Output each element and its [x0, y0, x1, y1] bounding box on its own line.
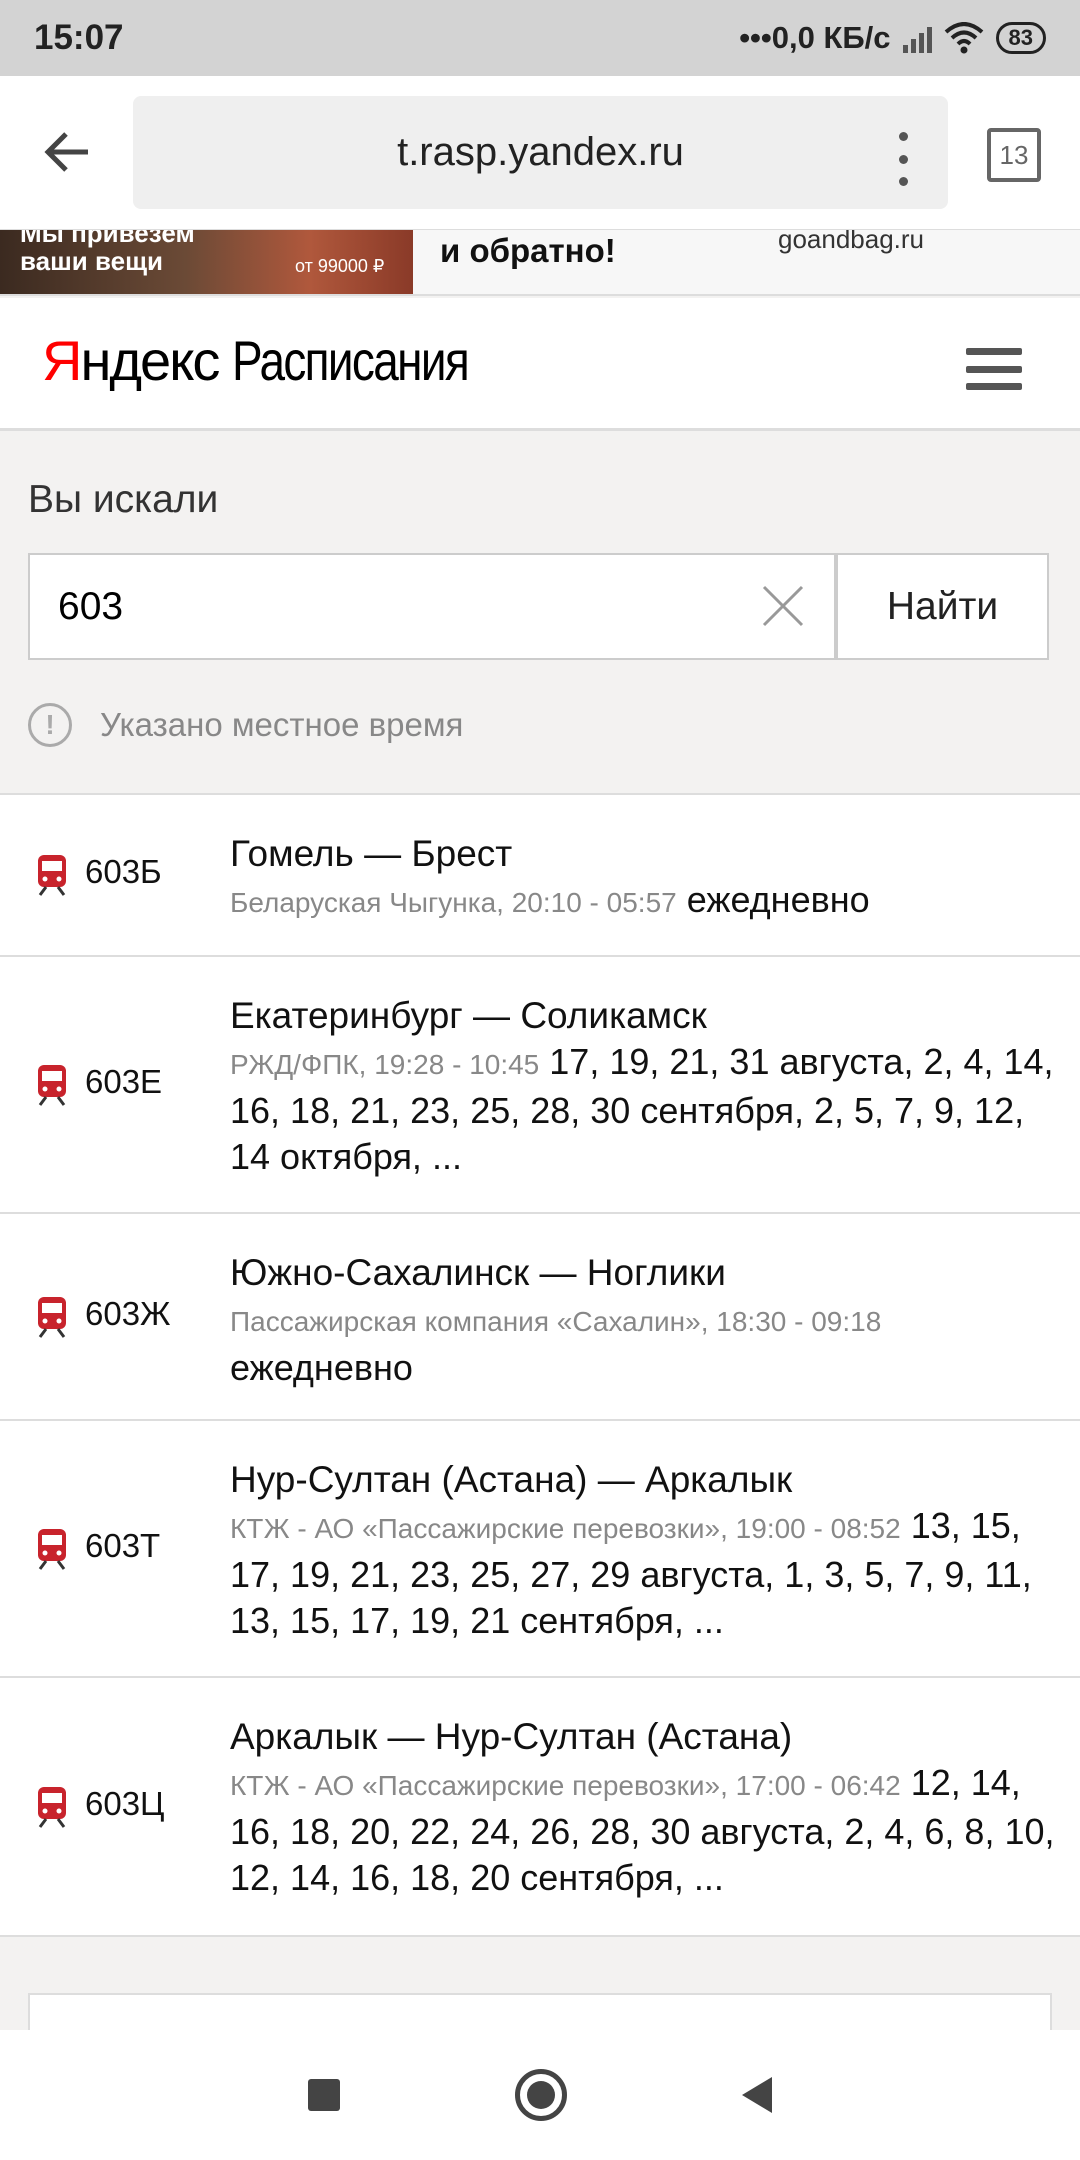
wifi-icon [944, 22, 983, 54]
train-icon [38, 1528, 66, 1570]
signal-icon [902, 23, 932, 53]
train-number: 603Т [85, 1526, 161, 1564]
carrier-time: Беларуская Чыгунка, 20:10 - 05:57 [230, 887, 677, 918]
site-header: Яндекс Расписания [0, 298, 1080, 431]
train-icon [38, 855, 66, 896]
train-icon [38, 1296, 66, 1338]
route[interactable]: Нур-Султан (Астана) — Аркалык [230, 1457, 1080, 1503]
ad-domain: goandbag.ru [778, 230, 925, 254]
address-bar[interactable]: t.rasp.yandex.ru [133, 96, 948, 209]
search-label: Вы искали [28, 478, 219, 521]
train-number: 603Е [85, 1062, 163, 1100]
battery-icon: 83 [995, 22, 1046, 54]
train-number: 603Ж [85, 1294, 171, 1332]
system-navigation-bar [0, 2030, 1080, 2160]
browser-menu-button[interactable] [893, 132, 913, 186]
find-button[interactable]: Найти [836, 553, 1049, 660]
browser-toolbar: t.rasp.yandex.ru 13 [0, 76, 1080, 230]
tab-switcher-button[interactable]: 13 [987, 128, 1041, 182]
list-item[interactable]: 603Ц Аркалык — Нур-Султан (Астана) КТЖ -… [0, 1678, 1080, 1935]
status-time: 15:07 [34, 18, 124, 57]
route[interactable]: Гомель — Брест [230, 831, 1080, 877]
carrier-time: КТЖ - АО «Пассажирские перевозки», 17:00… [230, 1770, 901, 1801]
train-number: 603Б [85, 853, 162, 890]
back-button[interactable] [36, 122, 96, 182]
ad-image: Мы привезем ваши вещи от 99000 ₽ [0, 230, 413, 294]
home-icon[interactable] [514, 2069, 567, 2121]
train-icon [38, 1064, 66, 1106]
recents-icon[interactable] [307, 2079, 340, 2111]
url-text: t.rasp.yandex.ru [397, 130, 684, 174]
train-number: 603Ц [85, 1784, 165, 1822]
route[interactable]: Екатеринбург — Соликамск [230, 993, 1080, 1039]
ad-banner[interactable]: Мы привезем ваши вещи от 99000 ₽ и обрат… [0, 230, 1080, 296]
arrow-left-icon [44, 132, 88, 172]
results-list: 603Б Гомель — Брест Беларуская Чыгунка, … [0, 793, 1080, 1937]
carrier-time: Пассажирская компания «Сахалин», 18:30 -… [230, 1306, 882, 1337]
search-input[interactable] [58, 555, 738, 658]
carrier-time: КТЖ - АО «Пассажирские перевозки», 19:00… [230, 1513, 901, 1544]
search-box [28, 553, 836, 660]
route[interactable]: Аркалык — Нур-Султан (Астана) [230, 1714, 1080, 1760]
exclamation-icon: ! [28, 703, 72, 747]
train-icon [38, 1786, 66, 1828]
back-triangle-icon[interactable] [742, 2077, 773, 2113]
status-bar: 15:07 •••0,0 КБ/с 83 [0, 0, 1080, 76]
local-time-notice: ! Указано местное время [28, 703, 463, 747]
notice-text: Указано местное время [100, 706, 464, 743]
route[interactable]: Южно-Сахалинск — Ноглики [230, 1250, 1080, 1296]
list-item[interactable]: 603Б Гомель — Брест Беларуская Чыгунка, … [0, 795, 1080, 957]
list-item[interactable]: 603Ж Южно-Сахалинск — Ноглики Пассажирск… [0, 1214, 1080, 1421]
network-speed: •••0,0 КБ/с [739, 20, 891, 55]
list-item[interactable]: 603Т Нур-Султан (Астана) — Аркалык КТЖ -… [0, 1421, 1080, 1678]
carrier-time: РЖД/ФПК, 19:28 - 10:45 [230, 1049, 540, 1080]
status-indicators: •••0,0 КБ/с 83 [739, 20, 1046, 56]
list-item[interactable]: 603Е Екатеринбург — Соликамск РЖД/ФПК, 1… [0, 957, 1080, 1214]
clear-icon[interactable] [758, 581, 808, 631]
ad-headline: и обратно! [440, 232, 616, 269]
days: ежедневно [230, 1347, 413, 1388]
hamburger-menu-icon[interactable] [966, 348, 1022, 390]
yandex-schedules-logo[interactable]: Яндекс Расписания [42, 328, 520, 398]
days: ежедневно [686, 879, 870, 920]
